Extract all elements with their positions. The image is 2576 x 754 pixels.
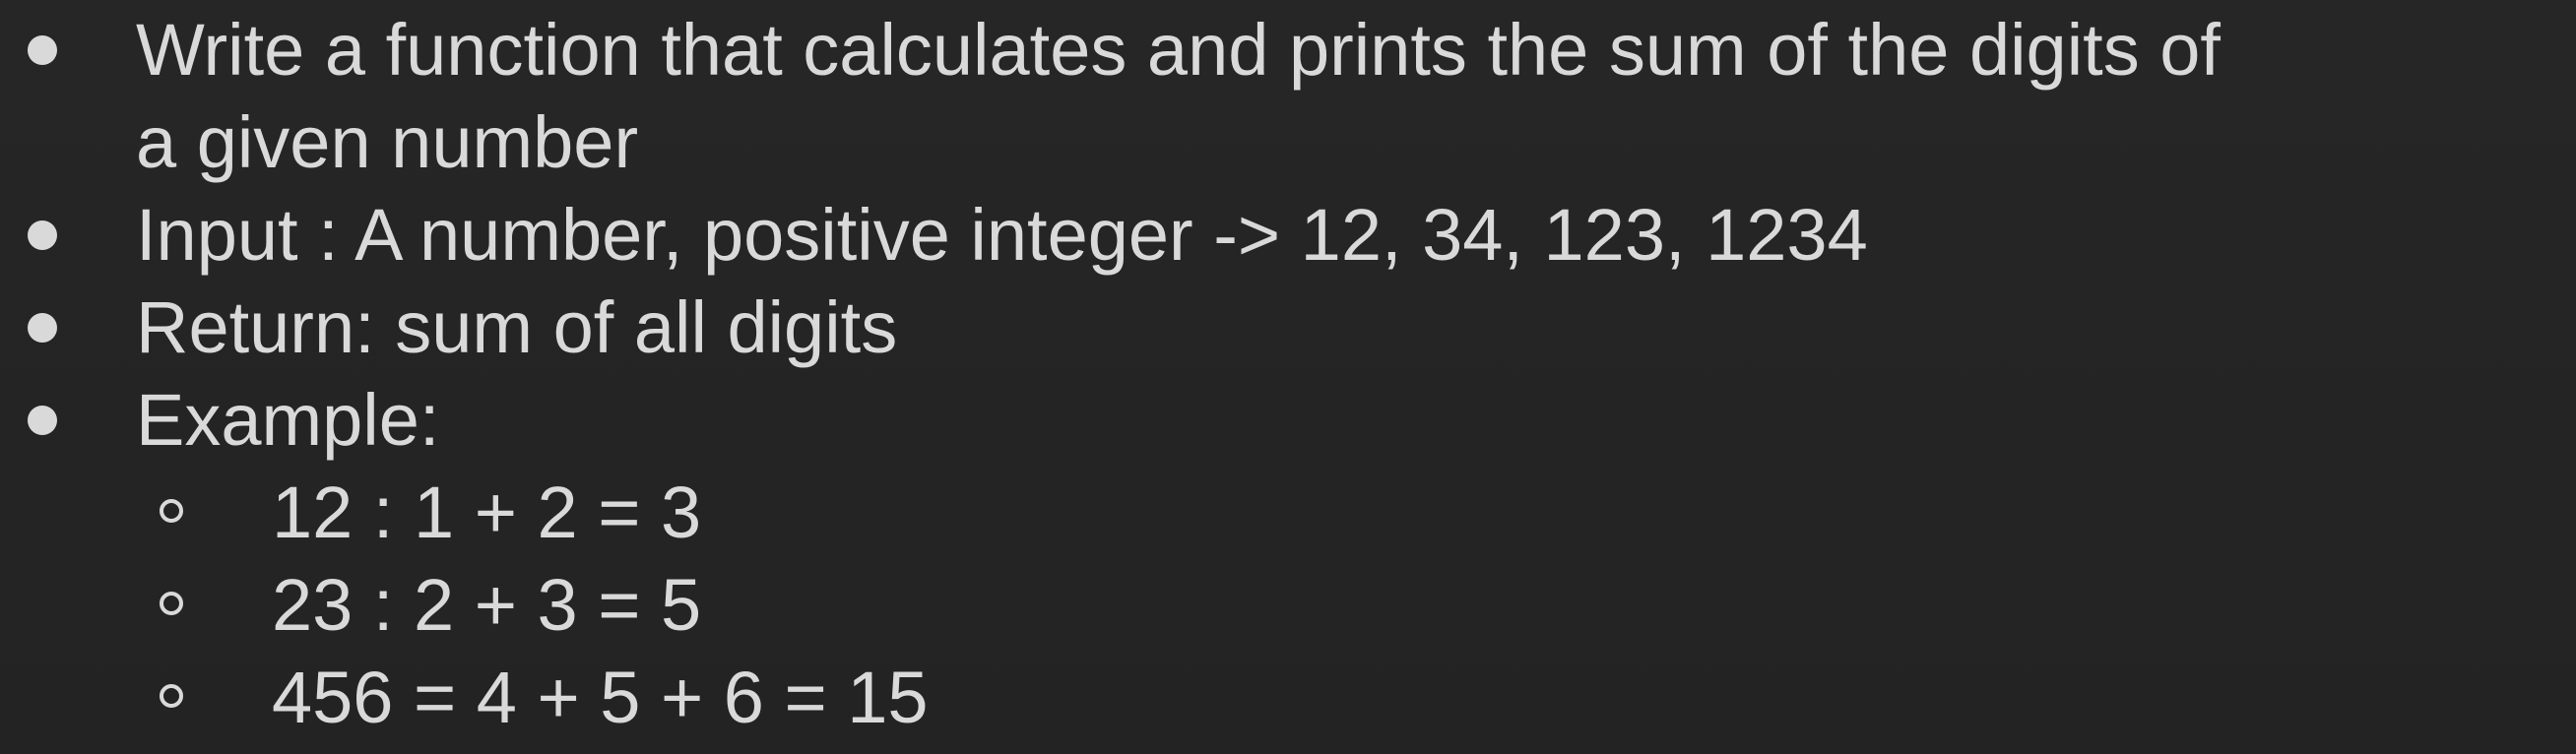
- filled-bullet-icon: [28, 35, 57, 65]
- example-text-2: 23 : 2 + 3 = 5: [272, 564, 702, 646]
- example-list: 12 : 1 + 2 = 3 23 : 2 + 3 = 5 456 = 4 + …: [0, 467, 2576, 744]
- example-text-1: 12 : 1 + 2 = 3: [272, 471, 702, 553]
- hollow-bullet-icon: [160, 684, 183, 708]
- slide-canvas: Write a function that calculates and pri…: [0, 0, 2576, 754]
- task-line-2: a given number: [136, 101, 639, 183]
- bullet-item-task: Write a function that calculates and pri…: [0, 0, 2576, 189]
- bullet-item-return: Return: sum of all digits: [0, 282, 2576, 374]
- bullet-item-input: Input : A number, positive integer -> 12…: [0, 189, 2576, 282]
- filled-bullet-icon: [28, 406, 57, 435]
- task-line-1: Write a function that calculates and pri…: [136, 9, 2221, 91]
- example-item-3: 456 = 4 + 5 + 6 = 15: [0, 652, 2576, 744]
- example-text-3: 456 = 4 + 5 + 6 = 15: [272, 657, 929, 738]
- bullet-list: Write a function that calculates and pri…: [0, 0, 2576, 467]
- example-item-2: 23 : 2 + 3 = 5: [0, 559, 2576, 652]
- task-text: Write a function that calculates and pri…: [136, 4, 2519, 189]
- filled-bullet-icon: [28, 313, 57, 343]
- example-item-1: 12 : 1 + 2 = 3: [0, 467, 2576, 559]
- input-text: Input : A number, positive integer -> 12…: [136, 194, 1868, 276]
- bullet-item-example: Example:: [0, 374, 2576, 467]
- hollow-bullet-icon: [160, 592, 183, 615]
- hollow-bullet-icon: [160, 499, 183, 523]
- return-text: Return: sum of all digits: [136, 286, 898, 368]
- filled-bullet-icon: [28, 220, 57, 250]
- example-heading: Example:: [136, 379, 440, 461]
